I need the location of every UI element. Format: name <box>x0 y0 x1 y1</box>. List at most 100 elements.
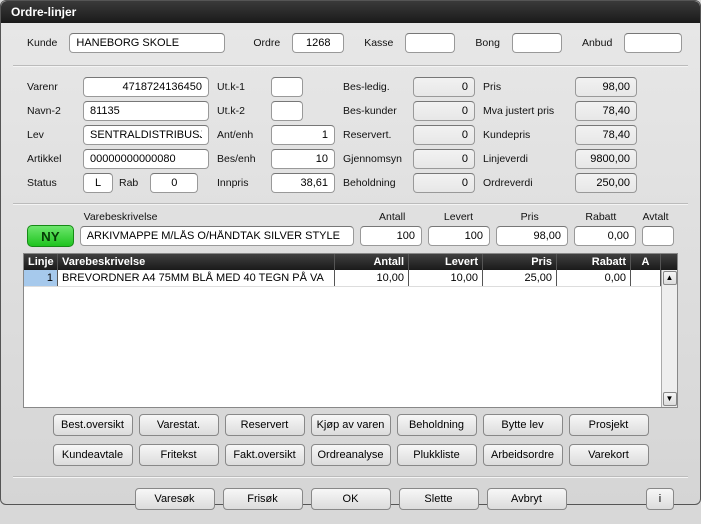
th-rabatt: Rabatt <box>557 254 631 270</box>
navn2-field[interactable] <box>83 101 209 121</box>
entry-levert[interactable] <box>428 226 490 246</box>
cell-a <box>631 270 661 286</box>
slette-button[interactable]: Slette <box>399 488 479 510</box>
frisok-button[interactable]: Frisøk <box>223 488 303 510</box>
fakt-oversikt-button[interactable]: Fakt.oversikt <box>225 444 305 466</box>
info-button[interactable]: i <box>646 488 674 510</box>
rab-label: Rab <box>119 177 144 189</box>
beholdning-button[interactable]: Beholdning <box>397 414 477 436</box>
utk2-field[interactable] <box>271 101 303 121</box>
table-header: Linje Varebeskrivelse Antall Levert Pris… <box>24 254 677 270</box>
antenh-field[interactable] <box>271 125 335 145</box>
utk2-label: Ut.k-2 <box>217 105 263 117</box>
rab-field[interactable] <box>150 173 198 193</box>
anbud-field[interactable] <box>624 33 682 53</box>
ordreanalyse-button[interactable]: Ordreanalyse <box>311 444 391 466</box>
entry-pris[interactable] <box>496 226 568 246</box>
entry-vbesk[interactable] <box>80 226 354 246</box>
th-vbesk: Varebeskrivelse <box>58 254 335 270</box>
antenh-label: Ant/enh <box>217 129 263 141</box>
status-label: Status <box>27 177 75 189</box>
varenr-label: Varenr <box>27 81 75 93</box>
avtalt-header: Avtalt <box>637 211 674 223</box>
utk1-label: Ut.k-1 <box>217 81 263 93</box>
ordreverdi-label: Ordreverdi <box>483 177 567 189</box>
window: Ordre-linjer Kunde Ordre Kasse Bong Anbu… <box>0 0 701 505</box>
gjennomsyn-field <box>413 149 475 169</box>
fritekst-button[interactable]: Fritekst <box>139 444 219 466</box>
bottom-bar: Varesøk Frisøk OK Slette Avbryt i <box>13 484 688 516</box>
innpris-field[interactable] <box>271 173 335 193</box>
innpris-label: Innpris <box>217 177 263 189</box>
ny-button[interactable]: NY <box>27 225 74 247</box>
antall-header: Antall <box>362 211 422 223</box>
mva-field <box>575 101 637 121</box>
pris-header: Pris <box>495 211 565 223</box>
best-oversikt-button[interactable]: Best.oversikt <box>53 414 133 436</box>
kundeavtale-button[interactable]: Kundeavtale <box>53 444 133 466</box>
artikkel-label: Artikkel <box>27 153 75 165</box>
artikkel-field[interactable] <box>83 149 209 169</box>
th-pris: Pris <box>483 254 557 270</box>
ordre-label: Ordre <box>253 37 286 49</box>
ordre-field[interactable] <box>292 33 344 53</box>
varesok-button[interactable]: Varesøk <box>135 488 215 510</box>
kunde-field[interactable] <box>69 33 225 53</box>
th-a: A <box>631 254 661 270</box>
entry-antall[interactable] <box>360 226 422 246</box>
table-body: 1 BREVORDNER A4 75MM BLÅ MED 40 TEGN PÅ … <box>24 270 677 407</box>
content: Kunde Ordre Kasse Bong Anbud Varenr Ut.k… <box>1 23 700 524</box>
entry-header: Varebeskrivelse Antall Levert Pris Rabat… <box>13 211 688 225</box>
besenh-label: Bes/enh <box>217 153 263 165</box>
divider <box>13 476 688 478</box>
arbeidsordre-button[interactable]: Arbeidsordre <box>483 444 563 466</box>
anbud-label: Anbud <box>582 37 618 49</box>
entry-avtalt[interactable] <box>642 226 674 246</box>
th-levert: Levert <box>409 254 483 270</box>
beskunder-field <box>413 101 475 121</box>
besledig-field <box>413 77 475 97</box>
linjeverdi-field <box>575 149 637 169</box>
scrollbar[interactable]: ▲ ▼ <box>661 270 677 407</box>
plukkliste-button[interactable]: Plukkliste <box>397 444 477 466</box>
table-row[interactable]: 1 BREVORDNER A4 75MM BLÅ MED 40 TEGN PÅ … <box>24 270 661 287</box>
utk1-field[interactable] <box>271 77 303 97</box>
beholdning-field <box>413 173 475 193</box>
besenh-field[interactable] <box>271 149 335 169</box>
varestat-button[interactable]: Varestat. <box>139 414 219 436</box>
varekort-button[interactable]: Varekort <box>569 444 649 466</box>
top-row: Kunde Ordre Kasse Bong Anbud <box>13 31 688 59</box>
reservert-label: Reservert. <box>343 129 405 141</box>
status-field[interactable] <box>83 173 113 193</box>
entry-rabatt[interactable] <box>574 226 636 246</box>
gjennomsyn-label: Gjennomsyn <box>343 153 405 165</box>
button-row-1: Best.oversikt Varestat. Reservert Kjøp a… <box>13 410 688 440</box>
cell-levert: 10,00 <box>409 270 483 286</box>
divider <box>13 203 688 205</box>
avbryt-button[interactable]: Avbryt <box>487 488 567 510</box>
cell-antall: 10,00 <box>335 270 409 286</box>
bytte-lev-button[interactable]: Bytte lev <box>483 414 563 436</box>
field-panel: Varenr Ut.k-1 Bes-ledig. Pris Navn-2 Ut.… <box>13 73 688 197</box>
button-row-2: Kundeavtale Fritekst Fakt.oversikt Ordre… <box>13 440 688 470</box>
lev-field[interactable] <box>83 125 209 145</box>
kasse-label: Kasse <box>364 37 399 49</box>
varenr-field[interactable] <box>83 77 209 97</box>
scroll-up-icon[interactable]: ▲ <box>663 271 677 285</box>
ok-button[interactable]: OK <box>311 488 391 510</box>
bong-field[interactable] <box>512 33 562 53</box>
pris-label: Pris <box>483 81 567 93</box>
vbesk-header: Varebeskrivelse <box>84 211 356 223</box>
besledig-label: Bes-ledig. <box>343 81 405 93</box>
reservert-button[interactable]: Reservert <box>225 414 305 436</box>
navn2-label: Navn-2 <box>27 105 75 117</box>
kundepris-field <box>575 125 637 145</box>
prosjekt-button[interactable]: Prosjekt <box>569 414 649 436</box>
kundepris-label: Kundepris <box>483 129 567 141</box>
kasse-field[interactable] <box>405 33 455 53</box>
kunde-label: Kunde <box>27 37 63 49</box>
scroll-down-icon[interactable]: ▼ <box>663 392 677 406</box>
kjop-av-varen-button[interactable]: Kjøp av varen <box>311 414 391 436</box>
th-linje: Linje <box>24 254 58 270</box>
bong-label: Bong <box>475 37 506 49</box>
